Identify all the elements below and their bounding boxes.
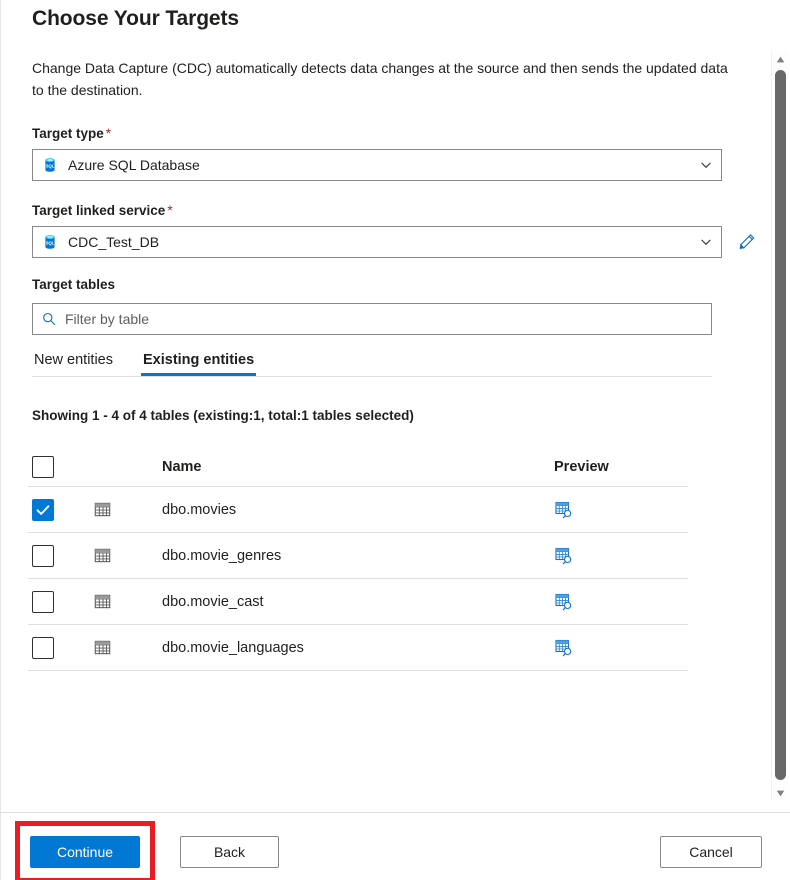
tables-list: Name Preview dbo.movies (28, 448, 688, 671)
row-checkbox[interactable] (32, 499, 54, 521)
preview-table-icon[interactable] (554, 592, 574, 612)
preview-cell (540, 638, 688, 658)
table-row[interactable]: dbo.movies (28, 487, 688, 533)
table-row[interactable]: dbo.movie_cast (28, 579, 688, 625)
page-title: Choose Your Targets (32, 7, 239, 31)
chevron-down-icon[interactable] (691, 227, 721, 257)
table-name: dbo.movie_genres (134, 548, 540, 564)
preview-cell (540, 546, 688, 566)
search-input[interactable] (65, 311, 703, 327)
table-name: dbo.movie_cast (134, 594, 540, 610)
entity-tabs: New entities Existing entities (32, 343, 712, 377)
target-linked-service-label: Target linked service* (32, 203, 173, 218)
select-all-cell (28, 456, 86, 478)
dialog-content: Choose Your Targets Change Data Capture … (1, 0, 790, 812)
required-asterisk: * (167, 203, 172, 218)
tab-existing-entities[interactable]: Existing entities (141, 343, 256, 376)
preview-cell (540, 592, 688, 612)
table-name: dbo.movies (134, 502, 540, 518)
target-type-value: Azure SQL Database (68, 157, 691, 173)
preview-table-icon[interactable] (554, 546, 574, 566)
svg-text:SQL: SQL (46, 241, 55, 246)
select-all-checkbox[interactable] (32, 456, 54, 478)
row-checkbox-cell (28, 545, 86, 567)
tab-existing-entities-label: Existing entities (143, 352, 254, 368)
row-checkbox-cell (28, 499, 86, 521)
row-checkbox-cell (28, 637, 86, 659)
row-checkbox[interactable] (32, 545, 54, 567)
target-tables-label: Target tables (32, 277, 115, 292)
chevron-down-icon[interactable] (691, 150, 721, 180)
back-button[interactable]: Back (180, 836, 279, 868)
table-filter-searchbox[interactable] (32, 303, 712, 335)
row-checkbox[interactable] (32, 637, 54, 659)
table-icon (86, 593, 134, 610)
required-asterisk: * (106, 126, 111, 141)
azure-sql-database-icon: SQL (42, 157, 58, 173)
row-checkbox-cell (28, 591, 86, 613)
chevron-down-icon[interactable] (772, 786, 789, 800)
continue-button[interactable]: Continue (30, 836, 140, 868)
table-icon (86, 501, 134, 518)
preview-table-icon[interactable] (554, 638, 574, 658)
svg-text:SQL: SQL (46, 164, 55, 169)
search-icon (41, 311, 57, 327)
cancel-button[interactable]: Cancel (660, 836, 762, 868)
tab-new-entities-label: New entities (34, 352, 113, 368)
table-icon (86, 547, 134, 564)
column-header-preview: Preview (540, 459, 688, 475)
choose-targets-dialog: Choose Your Targets Change Data Capture … (0, 0, 790, 880)
target-type-label-text: Target type (32, 126, 104, 141)
table-row[interactable]: dbo.movie_languages (28, 625, 688, 671)
column-header-name: Name (134, 459, 540, 475)
table-name: dbo.movie_languages (134, 640, 540, 656)
page-description: Change Data Capture (CDC) automatically … (32, 57, 738, 101)
azure-sql-database-icon: SQL (42, 234, 58, 250)
target-linked-service-dropdown[interactable]: SQL CDC_Test_DB (32, 226, 722, 258)
dialog-footer: Continue Back Cancel (1, 812, 790, 880)
preview-cell (540, 500, 688, 520)
table-icon (86, 639, 134, 656)
target-type-dropdown[interactable]: SQL Azure SQL Database (32, 149, 722, 181)
showing-count-text: Showing 1 - 4 of 4 tables (existing:1, t… (32, 408, 414, 423)
pencil-icon[interactable] (732, 227, 762, 257)
table-row[interactable]: dbo.movie_genres (28, 533, 688, 579)
scrollbar-thumb[interactable] (775, 70, 786, 780)
target-linked-service-value: CDC_Test_DB (68, 234, 691, 250)
vertical-scrollbar[interactable] (771, 52, 788, 800)
target-type-label: Target type* (32, 126, 111, 141)
row-checkbox[interactable] (32, 591, 54, 613)
tab-new-entities[interactable]: New entities (32, 343, 115, 376)
target-linked-service-label-text: Target linked service (32, 203, 165, 218)
table-header-row: Name Preview (28, 448, 688, 487)
chevron-up-icon[interactable] (772, 52, 789, 66)
preview-table-icon[interactable] (554, 500, 574, 520)
